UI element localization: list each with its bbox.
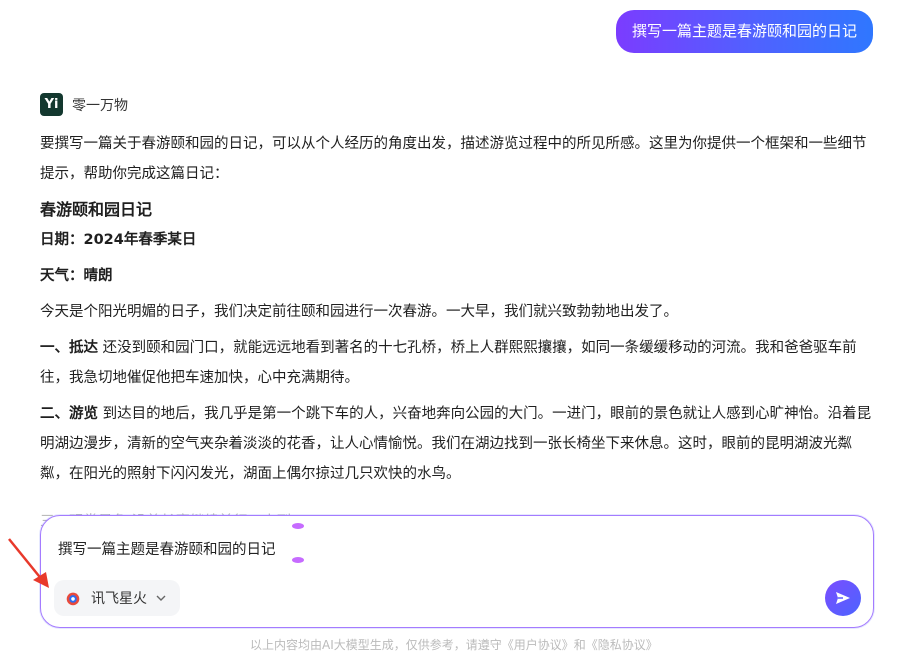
text-cursor-handle-bottom[interactable] [292,557,304,563]
chevron-down-icon [156,595,166,601]
bot-response: 要撰写一篇关于春游颐和园的日记，可以从个人经历的角度出发，描述游览过程中的所见所… [40,129,876,495]
chat-input-box[interactable]: 撰写一篇主题是春游颐和园的日记 讯飞星火 [40,515,874,628]
model-selector[interactable]: 讯飞星火 [54,580,180,616]
section-heading: 二、游览 [40,406,98,422]
diary-section: 二、游览 到达目的地后，我几乎是第一个跳下车的人，兴奋地奔向公园的大门。一进门，… [40,399,876,489]
spark-icon [66,592,80,606]
section-text: 到达目的地后，我几乎是第一个跳下车的人，兴奋地奔向公园的大门。一进门，眼前的景色… [40,406,872,482]
chat-input-field[interactable]: 撰写一篇主题是春游颐和园的日记 [58,538,276,559]
section-heading: 一、抵达 [40,340,98,356]
diary-section: 一、抵达 还没到颐和园门口，就能远远地看到著名的十七孔桥，桥上人群熙熙攘攘，如同… [40,333,876,393]
text-cursor-handle-top[interactable] [292,523,304,529]
diary-date: 日期：2024年春季某日 [40,232,197,248]
bot-logo-icon: Yi [40,93,63,116]
footer-disclaimer: 以上内容均由AI大模型生成，仅供参考，请遵守《用户协议》和《隐私协议》 [250,638,658,652]
bot-header: Yi 零一万物 [40,93,128,116]
diary-opening: 今天是个阳光明媚的日子，我们决定前往颐和园进行一次春游。一大早，我们就兴致勃勃地… [40,304,678,320]
model-selector-label: 讯飞星火 [91,591,147,607]
user-message-bubble: 撰写一篇主题是春游颐和园的日记 [615,10,873,53]
response-intro: 要撰写一篇关于春游颐和园的日记，可以从个人经历的角度出发，描述游览过程中的所见所… [40,136,867,182]
send-icon [836,592,850,604]
annotation-arrow-icon [8,538,49,588]
bot-name: 零一万物 [72,97,128,114]
send-button[interactable] [825,580,861,616]
diary-weather: 天气：晴朗 [40,268,113,284]
diary-title: 春游颐和园日记 [40,200,153,219]
section-text: 还没到颐和园门口，就能远远地看到著名的十七孔桥，桥上人群熙熙攘攘，如同一条缓缓移… [40,340,857,386]
